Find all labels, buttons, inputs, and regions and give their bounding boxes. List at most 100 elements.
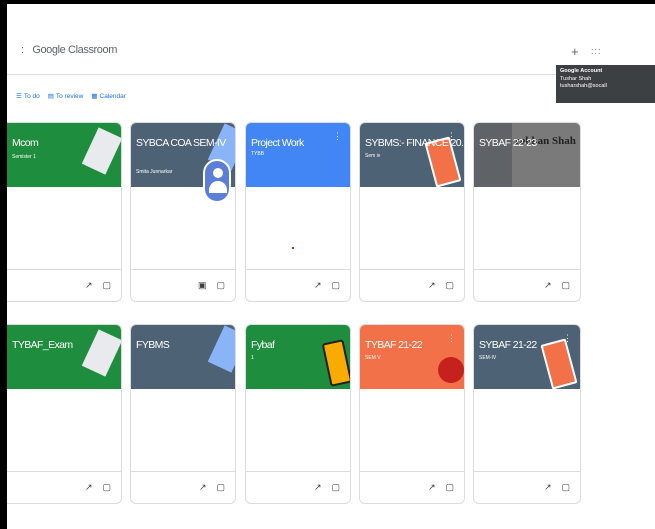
folder-icon[interactable]: ▢ [331, 482, 340, 493]
review-icon: ▤ [47, 93, 54, 100]
google-apps-icon[interactable]: ::: [591, 46, 602, 56]
card-footer: ↗ ▢ [474, 269, 580, 301]
card-header: TYBAF_Exam [7, 325, 121, 389]
card-header: FYBMS [131, 325, 235, 389]
course-card-fybms[interactable]: FYBMS ↗ ▢ [130, 324, 236, 504]
book-illustration [81, 329, 121, 377]
course-owner: Smita Junnarkar [136, 169, 173, 175]
top-bar: : Google Classroom + ::: [7, 4, 655, 72]
card-footer: ↗ ▢ [246, 269, 350, 301]
card-header: SYBAF 21-22 SEM-IV ⋮ [474, 325, 580, 390]
course-card-tybaf-exam[interactable]: TYBAF_Exam ↗ ▢ [7, 324, 122, 504]
trend-icon[interactable]: ↗ [544, 482, 552, 493]
folder-icon[interactable]: ▢ [216, 482, 225, 493]
circle-illustration [438, 357, 464, 383]
course-card-sybaf-21-22[interactable]: SYBAF 21-22 SEM-IV ⋮ ↗ ▢ [473, 324, 581, 504]
card-footer: ↗ ▢ [360, 269, 464, 301]
card-header: Mcom Semister 1 [7, 123, 121, 187]
trend-icon[interactable]: ↗ [428, 482, 436, 493]
card-header: TYBAF 21-22 SEM V ⋮ [360, 325, 464, 389]
college-logo-banner: rabhan Shah [512, 123, 580, 187]
tooltip-name: Tushar Shah [560, 75, 592, 82]
card-footer: ↗ ▢ [474, 471, 580, 503]
subnav-to-review[interactable]: ▤ To review [48, 92, 84, 100]
trend-icon[interactable]: ↗ [314, 482, 322, 493]
course-card-sybca[interactable]: SYBCA COA SEM-IV Smita Junnarkar ▣ ▢ [130, 122, 236, 302]
teacher-avatar [203, 159, 231, 203]
trend-icon[interactable]: ↗ [544, 280, 552, 291]
folder-icon[interactable]: ▢ [445, 280, 454, 291]
course-title[interactable]: TYBAF_Exam [12, 339, 73, 351]
course-card-project-work[interactable]: Project Work TYBB ⋮ ↗ ▢ [245, 122, 351, 302]
more-options-icon[interactable]: ⋮ [333, 131, 342, 142]
trend-icon[interactable]: ↗ [314, 280, 322, 291]
create-join-class-icon[interactable]: + [571, 44, 579, 59]
folder-icon[interactable]: ▢ [561, 482, 570, 493]
course-card-fybaf[interactable]: Fybaf 1 ↗ ▢ [245, 324, 351, 504]
more-options-icon[interactable]: ⋮ [447, 131, 456, 142]
card-header: SYBMS:- FINANCE 20... Sem iv ⋮ [360, 123, 464, 188]
more-options-icon[interactable]: ⋮ [563, 333, 572, 344]
course-card-tybaf-21-22[interactable]: TYBAF 21-22 SEM V ⋮ ↗ ▢ [359, 324, 465, 504]
course-section: SEM V [365, 355, 381, 361]
folder-icon[interactable]: ▢ [102, 280, 111, 291]
folder-icon[interactable]: ▢ [445, 482, 454, 493]
header-divider [7, 74, 600, 75]
tooltip-email: tusharshah@socall [560, 83, 607, 89]
trend-icon[interactable]: ↗ [199, 482, 207, 493]
course-section: Semister 1 [12, 154, 36, 160]
card-footer: ↗ ▢ [360, 471, 464, 503]
card-footer: ▣ ▢ [131, 269, 235, 301]
tooltip-title: Google Account [560, 68, 603, 74]
red-dot [292, 247, 294, 249]
book-illustration [81, 127, 121, 175]
card-header: Fybaf 1 [246, 325, 350, 389]
more-options-icon[interactable]: ⋮ [447, 333, 456, 344]
main-menu-icon[interactable]: : [21, 44, 24, 56]
course-card-sybms[interactable]: SYBMS:- FINANCE 20... Sem iv ⋮ ↗ ▢ [359, 122, 465, 302]
course-title[interactable]: Fybaf [251, 339, 275, 351]
course-section: Sem iv [365, 153, 381, 159]
app-brand[interactable]: : Google Classroom [21, 44, 117, 56]
course-title[interactable]: SYBCA COA SEM-IV [136, 137, 226, 149]
course-card-sybaf-22-23[interactable]: rabhan Shah SYBAF 22-23 ↗ ▢ [473, 122, 581, 302]
subnav-calendar[interactable]: ▦ Calendar [91, 92, 126, 100]
subnav-label: To do [23, 93, 40, 100]
course-title[interactable]: FYBMS [136, 339, 170, 351]
folder-icon[interactable]: ▢ [102, 482, 111, 493]
card-footer: ↗ ▢ [7, 269, 121, 301]
classroom-screen: : Google Classroom + ::: Google Account … [7, 4, 655, 529]
subnav-label: To review [55, 93, 84, 100]
course-title[interactable]: TYBAF 21-22 [365, 339, 423, 351]
trend-icon[interactable]: ↗ [85, 280, 93, 291]
course-title[interactable]: SYBAF 21-22 [479, 339, 537, 351]
trend-icon[interactable]: ↗ [428, 280, 436, 291]
todo-icon: ☰ [16, 93, 22, 100]
account-tooltip: Google Account Tushar Shah tusharshah@so… [556, 65, 655, 103]
card-header: Project Work TYBB ⋮ [246, 123, 350, 187]
course-title[interactable]: Mcom [12, 137, 39, 149]
brand-title: Google Classroom [32, 44, 118, 56]
course-title[interactable]: Project Work [251, 137, 304, 149]
book-illustration [540, 338, 578, 390]
card-footer: ↗ ▢ [131, 471, 235, 503]
folder-icon[interactable]: ▢ [216, 280, 225, 291]
course-section: TYBB [251, 151, 265, 157]
card-footer: ↗ ▢ [7, 471, 121, 503]
course-section: SEM-IV [479, 355, 497, 361]
folder-icon[interactable]: ▢ [561, 280, 570, 291]
course-card-mcom[interactable]: Mcom Semister 1 ↗ ▢ [7, 122, 122, 302]
trend-icon[interactable]: ↗ [85, 482, 93, 493]
gradebook-icon[interactable]: ▣ [198, 280, 207, 291]
course-title[interactable]: SYBAF 22-23 [479, 137, 537, 149]
subnav-label: Calendar [99, 93, 126, 100]
course-section: 1 [251, 355, 254, 361]
subnav: ☰ To do ▤ To review ▦ Calendar [16, 92, 126, 100]
tablet-illustration [207, 325, 235, 373]
card-footer: ↗ ▢ [246, 471, 350, 503]
phone-illustration [321, 339, 350, 387]
card-header: rabhan Shah SYBAF 22-23 [474, 123, 580, 187]
folder-icon[interactable]: ▢ [331, 280, 340, 291]
subnav-to-do[interactable]: ☰ To do [16, 92, 40, 100]
calendar-icon: ▦ [91, 93, 98, 100]
